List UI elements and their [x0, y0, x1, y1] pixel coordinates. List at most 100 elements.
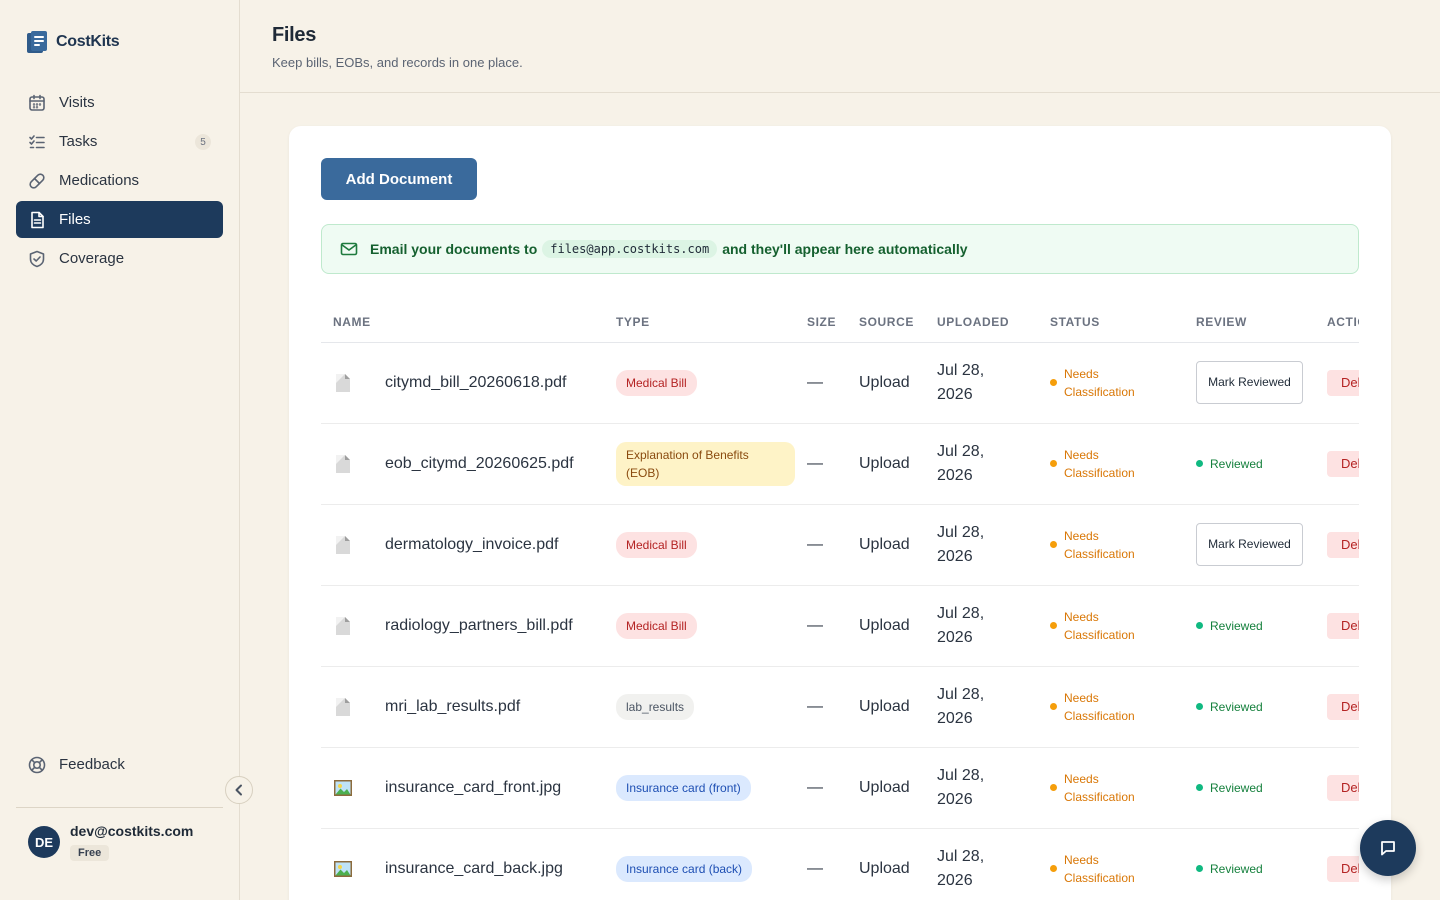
delete-button[interactable]: Delete — [1327, 855, 1359, 882]
table-row[interactable]: insurance_card_front.jpg Insurance card (… — [321, 747, 1359, 829]
cell-size: — — [795, 747, 847, 829]
reviewed-status: Reviewed — [1196, 700, 1315, 714]
status-badge: Needs Classification — [1050, 365, 1184, 401]
file-size: — — [807, 778, 823, 796]
user-profile[interactable]: DE dev@costkits.com Free — [28, 822, 193, 861]
cell-uploaded: Jul 28, 2026 — [925, 423, 1038, 505]
file-name[interactable]: insurance_card_front.jpg — [385, 779, 561, 797]
file-name[interactable]: dermatology_invoice.pdf — [385, 536, 558, 554]
status-badge: Needs Classification — [1050, 608, 1184, 644]
reviewed-dot — [1196, 622, 1203, 629]
column-header-name[interactable]: NAME — [321, 302, 604, 343]
mark-reviewed-button[interactable]: Mark Reviewed — [1196, 523, 1303, 566]
add-document-button[interactable]: Add Document — [321, 158, 477, 200]
table-row[interactable]: insurance_card_back.jpg Insurance card (b… — [321, 828, 1359, 900]
file-name[interactable]: citymd_bill_20260618.pdf — [385, 374, 566, 392]
type-badge: Medical Bill — [616, 612, 697, 639]
status-dot — [1050, 622, 1057, 629]
cell-review: Mark Reviewed — [1184, 342, 1315, 424]
type-badge: Explanation of Benefits (EOB) — [616, 441, 795, 486]
table-row[interactable]: mri_lab_results.pdf lab_results — Upload Jul… — [321, 666, 1359, 748]
file-size: — — [807, 697, 823, 715]
lifebuoy-icon — [28, 756, 46, 774]
type-badge: Medical Bill — [616, 369, 697, 396]
cell-type: Explanation of Benefits (EOB) — [604, 423, 795, 505]
sidebar-item-coverage[interactable]: Coverage — [16, 240, 223, 277]
pdf-file-icon — [333, 454, 353, 474]
pdf-file-icon — [333, 616, 353, 636]
delete-button[interactable]: Delete — [1327, 693, 1359, 720]
file-name[interactable]: eob_citymd_20260625.pdf — [385, 455, 574, 473]
column-header-actions[interactable]: ACTIONS — [1315, 302, 1359, 343]
chat-button[interactable] — [1360, 820, 1416, 876]
pdf-file-icon — [333, 697, 353, 717]
cell-source: Upload — [847, 666, 925, 748]
delete-button[interactable]: Delete — [1327, 612, 1359, 639]
files-table-container: NAME TYPE SIZE SOURCE UPLOADED STATUS RE… — [321, 302, 1359, 900]
pill-icon — [28, 172, 46, 190]
collapse-sidebar-button[interactable] — [225, 776, 253, 804]
calendar-icon — [28, 94, 46, 112]
column-header-type[interactable]: TYPE — [604, 302, 795, 343]
delete-button[interactable]: Delete — [1327, 369, 1359, 396]
cell-name: citymd_bill_20260618.pdf — [321, 342, 604, 424]
file-size: — — [807, 373, 823, 391]
cell-status: Needs Classification — [1038, 666, 1184, 748]
file-name[interactable]: mri_lab_results.pdf — [385, 698, 520, 716]
upload-date: Jul 28, 2026 — [937, 685, 985, 727]
cell-type: Medical Bill — [604, 504, 795, 586]
tasks-count-badge: 5 — [195, 134, 211, 150]
reviewed-dot — [1196, 865, 1203, 872]
cell-review: Reviewed — [1184, 747, 1315, 829]
cell-source: Upload — [847, 342, 925, 424]
cell-size: — — [795, 342, 847, 424]
status-label: Needs Classification — [1064, 366, 1135, 399]
cell-uploaded: Jul 28, 2026 — [925, 666, 1038, 748]
delete-button[interactable]: Delete — [1327, 531, 1359, 558]
sidebar-nav: Visits Tasks 5 Medications Files Coverag… — [16, 84, 223, 279]
sidebar-item-label: Visits — [59, 94, 95, 111]
column-header-source[interactable]: SOURCE — [847, 302, 925, 343]
table-row[interactable]: dermatology_invoice.pdf Medical Bill — Uplo… — [321, 504, 1359, 586]
column-header-size[interactable]: SIZE — [795, 302, 847, 343]
mark-reviewed-button[interactable]: Mark Reviewed — [1196, 361, 1303, 404]
column-header-review[interactable]: REVIEW — [1184, 302, 1315, 343]
type-badge: Medical Bill — [616, 531, 697, 558]
status-label: Needs Classification — [1064, 690, 1135, 723]
reviewed-status: Reviewed — [1196, 781, 1315, 795]
cell-name: dermatology_invoice.pdf — [321, 504, 604, 586]
delete-button[interactable]: Delete — [1327, 450, 1359, 477]
status-badge: Needs Classification — [1050, 446, 1184, 482]
reviewed-label: Reviewed — [1210, 780, 1263, 795]
table-row[interactable]: radiology_partners_bill.pdf Medical Bill —… — [321, 585, 1359, 667]
status-label: Needs Classification — [1064, 447, 1135, 480]
sidebar-item-files[interactable]: Files — [16, 201, 223, 238]
cell-source: Upload — [847, 504, 925, 586]
column-header-uploaded[interactable]: UPLOADED — [925, 302, 1038, 343]
table-row[interactable]: eob_citymd_20260625.pdf Explanation of Be… — [321, 423, 1359, 505]
file-source: Upload — [859, 697, 910, 715]
status-label: Needs Classification — [1064, 771, 1135, 804]
upload-date: Jul 28, 2026 — [937, 847, 985, 889]
cell-uploaded: Jul 28, 2026 — [925, 504, 1038, 586]
sidebar-item-visits[interactable]: Visits — [16, 84, 223, 121]
status-label: Needs Classification — [1064, 852, 1135, 885]
files-table: NAME TYPE SIZE SOURCE UPLOADED STATUS RE… — [321, 302, 1359, 900]
brand[interactable]: CostKits — [26, 30, 120, 54]
sidebar-item-tasks[interactable]: Tasks 5 — [16, 123, 223, 160]
user-email: dev@costkits.com — [70, 823, 194, 839]
email-address[interactable]: files@app.costkits.com — [542, 240, 718, 258]
table-body: citymd_bill_20260618.pdf Medical Bill — Upl… — [321, 342, 1359, 900]
sidebar-item-medications[interactable]: Medications — [16, 162, 223, 199]
column-header-status[interactable]: STATUS — [1038, 302, 1184, 343]
table-row[interactable]: citymd_bill_20260618.pdf Medical Bill — Upl… — [321, 342, 1359, 424]
file-name[interactable]: radiology_partners_bill.pdf — [385, 617, 573, 635]
sidebar-item-label: Medications — [59, 172, 140, 189]
email-banner-prefix: Email your documents to — [370, 241, 538, 257]
delete-button[interactable]: Delete — [1327, 774, 1359, 801]
feedback-button[interactable]: Feedback — [16, 746, 223, 783]
upload-date: Jul 28, 2026 — [937, 361, 985, 403]
status-badge: Needs Classification — [1050, 770, 1184, 806]
image-file-icon — [333, 859, 353, 879]
file-name[interactable]: insurance_card_back.jpg — [385, 860, 563, 878]
